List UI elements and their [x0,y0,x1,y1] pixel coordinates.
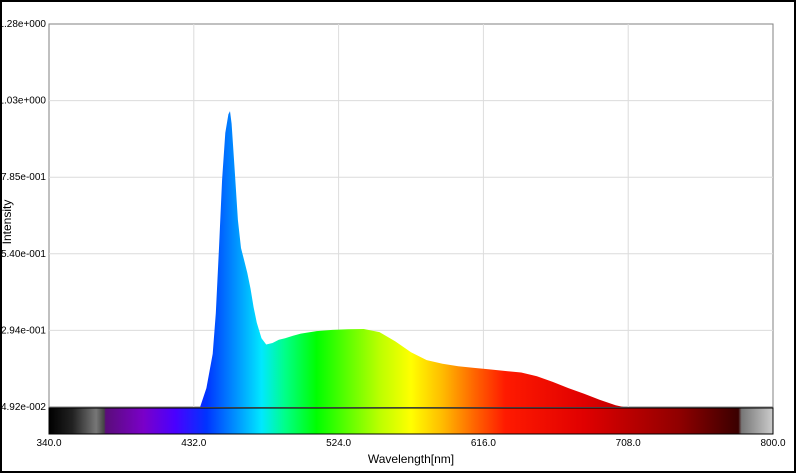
y-tick-label: 7.85e-001 [1,172,46,183]
y-tick-label: 5.40e-001 [1,249,46,260]
plot-area [48,23,774,408]
y-axis-title: Intensity [0,200,14,245]
x-tick-labels: 340.0 432.0 524.0 616.0 708.0 800.0 [36,438,785,449]
x-tick-label: 800.0 [760,438,785,449]
spectrum-chart: 340.0 432.0 524.0 616.0 708.0 800.0 4.92e-002… [0,19,786,466]
wavelength-color-bar [48,407,774,435]
y-tick-label: 2.94e-001 [1,325,46,336]
y-tick-label: 1.28e+000 [0,19,46,30]
x-tick-label: 708.0 [616,438,641,449]
x-tick-label: 432.0 [181,438,206,449]
x-tick-label: 524.0 [326,438,351,449]
y-tick-label: 1.03e+000 [0,96,46,107]
y-tick-label: 4.92e-002 [1,402,46,413]
x-axis-title: Wavelength[nm] [368,452,454,466]
x-tick-label: 340.0 [36,438,61,449]
x-tick-label: 616.0 [471,438,496,449]
